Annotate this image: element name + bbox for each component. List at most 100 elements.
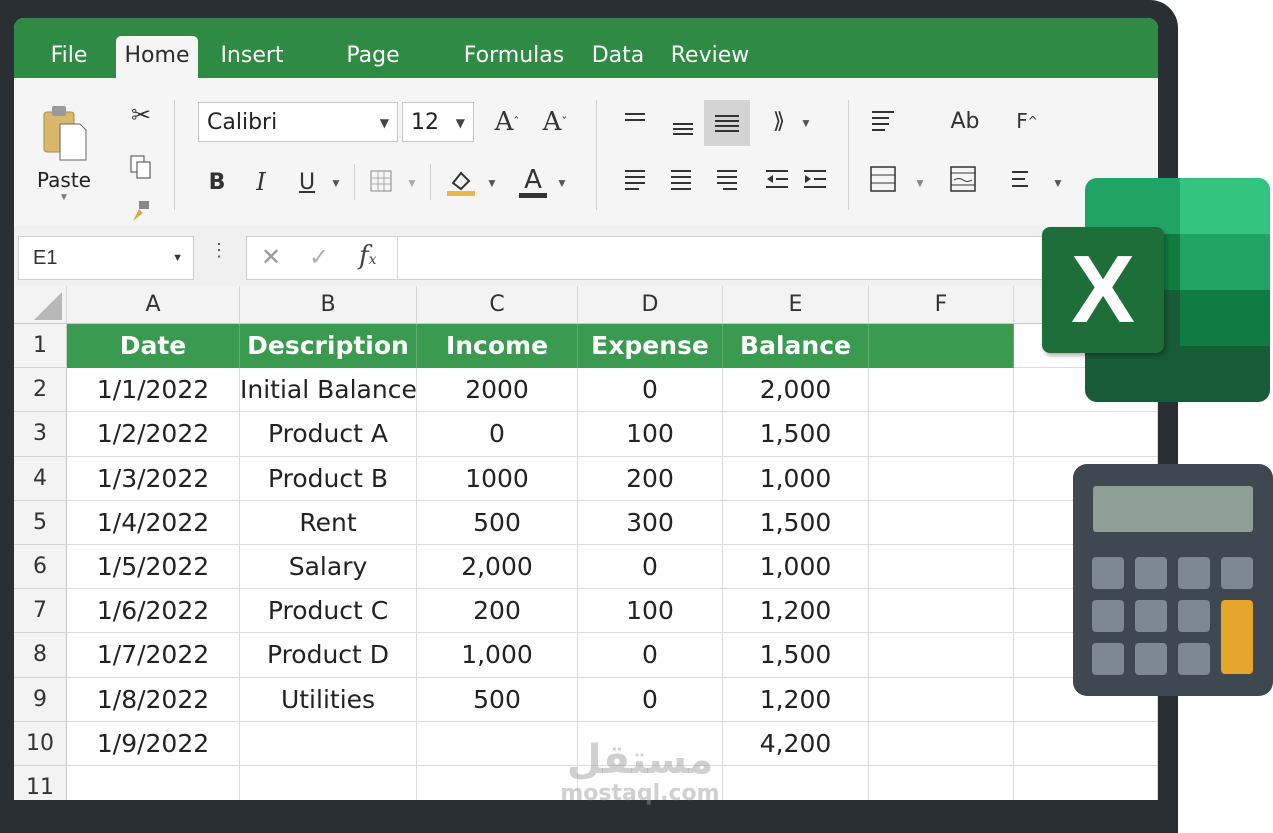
table-cell[interactable]: 100 <box>578 412 723 457</box>
row-header[interactable]: 4 <box>14 456 67 501</box>
empty-cell[interactable] <box>869 412 1014 457</box>
table-cell[interactable] <box>417 721 578 766</box>
table-cell[interactable]: 0 <box>578 368 723 413</box>
chevron-down-icon[interactable]: ▼ <box>330 176 342 190</box>
table-format-icon[interactable] <box>866 162 900 196</box>
column-header-a[interactable]: A <box>67 286 240 324</box>
empty-cell[interactable] <box>869 633 1014 678</box>
empty-cell[interactable] <box>67 766 240 800</box>
row-header[interactable]: 8 <box>14 633 67 678</box>
column-header-f[interactable]: F <box>869 286 1014 324</box>
empty-cell[interactable] <box>240 766 417 800</box>
table-cell[interactable]: 200 <box>578 456 723 501</box>
row-header[interactable]: 3 <box>14 412 67 457</box>
chevron-down-icon[interactable]: ▼ <box>914 176 926 190</box>
row-header[interactable]: 6 <box>14 545 67 590</box>
table-cell[interactable]: 0 <box>578 545 723 590</box>
borders-icon[interactable] <box>366 166 396 196</box>
insert-function-icon[interactable]: fx <box>359 241 377 271</box>
chevron-down-icon[interactable]: ▼ <box>1052 176 1064 190</box>
table-cell[interactable]: 1/7/2022 <box>67 633 240 678</box>
column-header-d[interactable]: D <box>578 286 723 324</box>
table-cell[interactable]: 1/8/2022 <box>67 677 240 722</box>
empty-cell[interactable] <box>1014 766 1158 800</box>
paste-button[interactable]: Paste ▼ <box>34 92 94 212</box>
table-cell[interactable]: 500 <box>417 677 578 722</box>
row-header[interactable]: 1 <box>14 324 67 369</box>
empty-cell[interactable] <box>417 766 578 800</box>
fill-color-icon[interactable] <box>444 162 478 202</box>
table-header-cell[interactable]: Balance <box>723 324 869 369</box>
table-cell[interactable]: 100 <box>578 589 723 634</box>
empty-cell[interactable] <box>869 500 1014 545</box>
chevron-down-icon[interactable]: ▼ <box>800 116 812 130</box>
format-painter-icon[interactable] <box>126 196 156 226</box>
enter-icon[interactable]: ✓ <box>309 243 329 272</box>
table-cell[interactable]: 1/2/2022 <box>67 412 240 457</box>
cancel-icon[interactable]: ✕ <box>261 243 281 272</box>
table-cell[interactable]: 1,500 <box>723 500 869 545</box>
bold-icon[interactable]: B <box>202 164 232 200</box>
table-cell[interactable]: 500 <box>417 500 578 545</box>
decrease-font-size-icon[interactable]: Aˇ <box>538 104 572 140</box>
empty-cell[interactable] <box>869 677 1014 722</box>
table-cell[interactable]: 2000 <box>417 368 578 413</box>
table-cell[interactable]: 1,200 <box>723 677 869 722</box>
wrap-text-icon[interactable] <box>866 104 900 138</box>
table-cell[interactable]: 300 <box>578 500 723 545</box>
styles-icon[interactable]: Ab <box>946 104 984 138</box>
table-cell[interactable]: 0 <box>417 412 578 457</box>
table-cell[interactable]: 1,500 <box>723 633 869 678</box>
row-header[interactable]: 11 <box>14 766 67 800</box>
format-cells-icon[interactable]: F ^ <box>1008 104 1046 138</box>
copy-icon[interactable] <box>126 152 156 182</box>
column-header-e[interactable]: E <box>723 286 869 324</box>
formula-input[interactable]: ✕ ✓ fx <box>246 236 1146 280</box>
chevron-down-icon[interactable]: ▼ <box>486 176 498 190</box>
table-cell[interactable]: 0 <box>578 677 723 722</box>
table-cell[interactable]: 200 <box>417 589 578 634</box>
empty-cell[interactable] <box>869 721 1014 766</box>
align-left-icon[interactable] <box>618 162 652 196</box>
increase-indent-icon[interactable] <box>800 162 830 196</box>
top-align-icon[interactable] <box>618 104 652 138</box>
tab-formulas[interactable]: Formulas <box>462 36 566 78</box>
table-cell[interactable]: Utilities <box>240 677 417 722</box>
middle-align-icon[interactable] <box>666 110 700 144</box>
table-cell[interactable]: 0 <box>578 633 723 678</box>
table-cell[interactable]: 1,200 <box>723 589 869 634</box>
table-cell[interactable]: Product B <box>240 456 417 501</box>
cut-icon[interactable]: ✂ <box>126 100 156 130</box>
table-cell[interactable]: 1/9/2022 <box>67 721 240 766</box>
font-name-combo[interactable]: Calibri ▼ <box>198 102 398 142</box>
cell-styles-icon[interactable] <box>946 162 980 196</box>
tab-home[interactable]: Home <box>116 36 198 78</box>
empty-cell[interactable] <box>869 545 1014 590</box>
bottom-align-icon[interactable] <box>704 100 750 146</box>
table-cell[interactable]: Product D <box>240 633 417 678</box>
table-cell[interactable]: 1/3/2022 <box>67 456 240 501</box>
table-cell[interactable]: Product A <box>240 412 417 457</box>
table-cell[interactable]: 1,000 <box>723 456 869 501</box>
empty-cell[interactable] <box>723 766 869 800</box>
orientation-icon[interactable]: ⟫ <box>762 104 796 138</box>
align-center-icon[interactable] <box>664 162 698 196</box>
table-cell[interactable]: 2,000 <box>723 368 869 413</box>
table-cell[interactable]: 2,000 <box>417 545 578 590</box>
name-box[interactable]: E1 ▼ <box>18 236 194 280</box>
table-cell[interactable]: Rent <box>240 500 417 545</box>
chevron-down-icon[interactable]: ▼ <box>406 176 418 190</box>
tab-insert[interactable]: Insert <box>214 36 290 78</box>
column-header-b[interactable]: B <box>240 286 417 324</box>
row-header[interactable]: 5 <box>14 500 67 545</box>
empty-cell[interactable] <box>869 589 1014 634</box>
table-cell[interactable]: Product C <box>240 589 417 634</box>
row-header[interactable]: 10 <box>14 721 67 766</box>
chevron-down-icon[interactable]: ▼ <box>556 176 568 190</box>
table-cell[interactable]: 1,000 <box>723 545 869 590</box>
table-cell[interactable]: 1,500 <box>723 412 869 457</box>
underline-icon[interactable]: U <box>292 164 322 200</box>
table-cell[interactable] <box>240 721 417 766</box>
table-header-cell[interactable]: Income <box>417 324 578 369</box>
table-header-cell[interactable]: Date <box>67 324 240 369</box>
